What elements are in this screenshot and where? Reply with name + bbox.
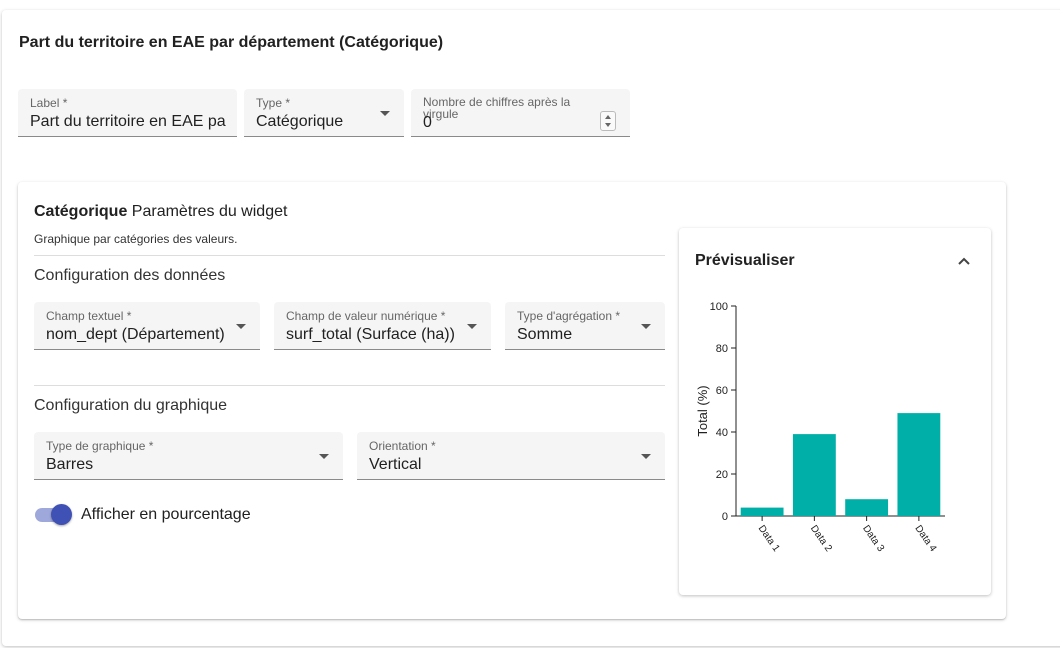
- widget-type-name: Catégorique: [34, 203, 128, 220]
- chart-type-label: Type de graphique *: [46, 439, 154, 453]
- aggregation-value: Somme: [517, 326, 573, 343]
- dropdown-arrow-icon[interactable]: [641, 454, 651, 459]
- orientation-select[interactable]: Orientation * Vertical: [357, 432, 665, 480]
- y-tick-label: 100: [710, 301, 728, 313]
- y-tick-label: 20: [716, 469, 728, 481]
- decimal-digits-input[interactable]: Nombre de chiffres après la virgule 0: [411, 89, 630, 137]
- type-select-label: Type *: [256, 96, 291, 110]
- x-tick-label: Data 3: [860, 523, 886, 554]
- x-tick-label: Data 1: [756, 523, 782, 554]
- decimal-digits-value[interactable]: 0: [423, 114, 432, 132]
- chevron-up-icon[interactable]: [955, 252, 973, 270]
- toggle-knob[interactable]: [51, 504, 72, 525]
- y-axis-label: Total (%): [695, 385, 710, 436]
- text-field-label: Champ textuel *: [46, 309, 132, 323]
- x-tick-label: Data 2: [808, 523, 834, 554]
- bar: [897, 413, 941, 516]
- dropdown-arrow-icon[interactable]: [467, 324, 477, 329]
- preview-panel: Prévisualiser 0 20 40 60 80 100 Total (%) Data …: [679, 228, 991, 595]
- aggregation-select[interactable]: Type d'agrégation * Somme: [505, 302, 665, 350]
- value-field-label: Champ de valeur numérique *: [286, 309, 446, 323]
- y-tick-label: 80: [716, 343, 728, 355]
- aggregation-label: Type d'agrégation *: [517, 309, 621, 323]
- value-field-select[interactable]: Champ de valeur numérique * surf_total (…: [274, 302, 491, 350]
- value-field-value: surf_total (Surface (ha)): [286, 326, 455, 343]
- dropdown-arrow-icon[interactable]: [380, 111, 390, 116]
- x-tick-label: Data 4: [912, 523, 938, 554]
- percentage-toggle[interactable]: [35, 503, 73, 525]
- bar: [740, 507, 784, 516]
- widget-description: Graphique par catégories des valeurs.: [34, 232, 238, 246]
- bar: [845, 499, 889, 516]
- data-config-title: Configuration des données: [34, 267, 226, 284]
- preview-bar-chart: 0 20 40 60 80 100 Total (%) Data 1 Data 2 Data 3 D…: [695, 301, 945, 554]
- orientation-value: Vertical: [369, 456, 422, 473]
- widget-settings-heading: Paramètres du widget: [131, 203, 288, 220]
- label-field-label: Label *: [30, 96, 68, 110]
- chart-type-value: Barres: [46, 456, 94, 473]
- preview-title: Prévisualiser: [695, 252, 795, 269]
- label-field[interactable]: Label * Part du territoire en EAE par dé…: [18, 89, 237, 137]
- divider: [34, 385, 665, 386]
- text-field-select[interactable]: Champ textuel * nom_dept (Département): [34, 302, 260, 350]
- widget-settings-card: Catégorique Paramètres du widget Graphiq…: [18, 182, 1006, 619]
- percentage-toggle-label[interactable]: Afficher en pourcentage: [81, 506, 251, 524]
- chart-config-title: Configuration du graphique: [34, 397, 228, 414]
- orientation-label: Orientation *: [369, 439, 436, 453]
- number-stepper-icon[interactable]: [600, 111, 616, 131]
- type-select[interactable]: Type * Catégorique: [244, 89, 404, 137]
- bar: [792, 434, 836, 516]
- text-field-value: nom_dept (Département): [46, 326, 225, 343]
- divider: [34, 255, 665, 256]
- type-select-value: Catégorique: [256, 113, 344, 130]
- y-tick-label: 60: [716, 385, 728, 397]
- y-tick-label: 0: [722, 511, 728, 523]
- decimal-digits-label: Nombre de chiffres après la virgule: [423, 95, 571, 121]
- y-tick-label: 40: [716, 427, 728, 439]
- dropdown-arrow-icon[interactable]: [319, 454, 329, 459]
- widget-card-title: Catégorique Paramètres du widget: [34, 203, 287, 221]
- dropdown-arrow-icon[interactable]: [236, 324, 246, 329]
- label-field-value[interactable]: Part du territoire en EAE par départemen…: [30, 113, 226, 131]
- dropdown-arrow-icon[interactable]: [641, 324, 651, 329]
- chart-type-select[interactable]: Type de graphique * Barres: [34, 432, 343, 480]
- page-title: Part du territoire en EAE par départemen…: [19, 34, 444, 51]
